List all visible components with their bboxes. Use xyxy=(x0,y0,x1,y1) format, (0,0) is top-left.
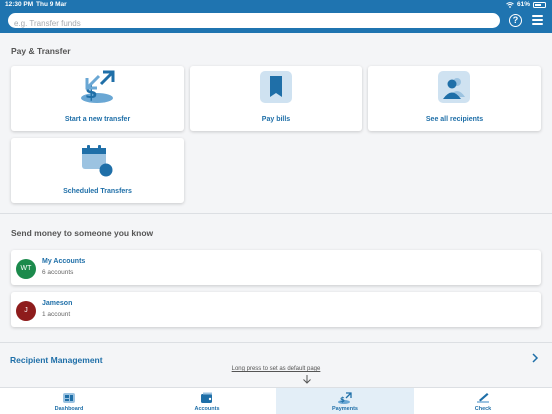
recipient-account-count: 6 accounts xyxy=(42,269,74,276)
battery-icon xyxy=(533,1,546,8)
calendar-icon xyxy=(82,145,113,177)
top-bar: 12:30 PM Thu 9 Mar 61% ? xyxy=(0,0,552,33)
tab-accounts[interactable]: Accounts xyxy=(138,388,276,414)
recipient-account-count: 1 account xyxy=(42,311,71,318)
tile-label: Pay bills xyxy=(261,116,291,123)
accounts-icon xyxy=(201,392,212,403)
tile-label: Start a new transfer xyxy=(64,116,131,123)
recipients-icon xyxy=(438,71,470,103)
send-money-title: Send money to someone you know xyxy=(11,228,154,238)
search-bar[interactable] xyxy=(8,13,500,31)
recipient-name: My Accounts xyxy=(42,258,86,265)
pay-transfer-title: Pay & Transfer xyxy=(11,46,71,56)
tab-label: Accounts xyxy=(194,406,220,412)
recipient-name: Jameson xyxy=(42,300,73,307)
dashboard-icon xyxy=(63,393,75,403)
help-icon[interactable]: ? xyxy=(509,14,522,27)
long-press-hint: Long press to set as default page xyxy=(0,366,552,372)
arrow-down-icon xyxy=(303,375,311,384)
tile-label: See all recipients xyxy=(425,116,484,123)
tab-label: Dashboard xyxy=(54,406,84,412)
svg-text:$: $ xyxy=(340,396,345,404)
avatar: J xyxy=(16,301,36,321)
tab-label: Payments xyxy=(332,406,358,412)
status-right: 61% xyxy=(506,1,546,8)
tab-check[interactable]: Check xyxy=(414,388,552,414)
bottom-tab-bar: Dashboard Accounts $ Payments Check xyxy=(0,387,552,414)
section-divider xyxy=(0,213,552,214)
tab-payments[interactable]: $ Payments xyxy=(276,388,414,414)
section-divider xyxy=(0,342,552,343)
tab-dashboard[interactable]: Dashboard xyxy=(0,388,138,414)
see-all-recipients-tile[interactable]: See all recipients xyxy=(368,66,541,131)
scheduled-transfers-tile[interactable]: Scheduled Transfers xyxy=(11,138,184,203)
check-icon xyxy=(477,393,489,403)
avatar: WT xyxy=(16,259,36,279)
recipient-row-jameson[interactable]: J Jameson 1 account xyxy=(11,292,541,327)
wifi-icon xyxy=(506,1,514,8)
transfer-icon: $ xyxy=(81,70,115,103)
bill-receipt-icon xyxy=(260,71,292,103)
payments-icon: $ xyxy=(338,392,352,404)
tab-label: Check xyxy=(474,406,492,412)
search-input[interactable] xyxy=(8,16,500,31)
pay-bills-tile[interactable]: Pay bills xyxy=(190,66,362,131)
recipient-row-my-accounts[interactable]: WT My Accounts 6 accounts xyxy=(11,250,541,285)
hamburger-menu-icon[interactable] xyxy=(532,15,543,25)
tile-label: Scheduled Transfers xyxy=(63,188,132,195)
battery-percent: 61% xyxy=(516,1,530,8)
status-time: 12:30 PM xyxy=(5,1,34,8)
chevron-right-icon[interactable] xyxy=(530,352,540,364)
recipient-management-link[interactable]: Recipient Management xyxy=(10,355,103,365)
status-bar: 12:30 PM Thu 9 Mar 61% xyxy=(0,0,552,10)
long-press-text: Long press to set as default page xyxy=(231,366,321,372)
start-transfer-tile[interactable]: $ Start a new transfer xyxy=(11,66,184,131)
status-date: Thu 9 Mar xyxy=(36,1,67,8)
